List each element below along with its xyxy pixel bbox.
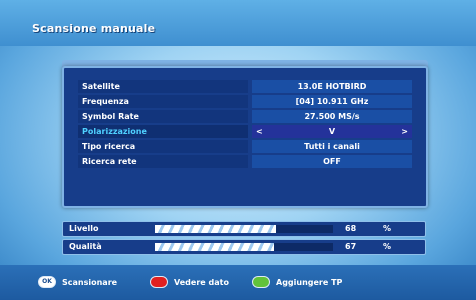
row-value: [04] 10.911 GHz [252,95,412,108]
settings-panel: Satellite 13.0E HOTBIRD Frequenza [04] 1… [62,66,428,208]
row-value-selector[interactable]: < V > [252,125,412,138]
row-value: 13.0E HOTBIRD [252,80,412,93]
page-title: Scansione manuale [32,22,156,35]
green-key[interactable]: Aggiungere TP [252,275,342,289]
red-key[interactable]: Vedere dato [150,275,229,289]
row-label: Ricerca rete [78,155,248,168]
signal-level-unit: % [383,224,392,233]
chevron-left-icon[interactable]: < [256,125,263,138]
row-value: Tutti i canali [252,140,412,153]
signal-quality-track [155,243,333,251]
row-label: Symbol Rate [78,110,248,123]
signal-quality-unit: % [383,242,392,251]
row-ricerca-rete[interactable]: Ricerca rete OFF [78,155,414,168]
row-label: Tipo ricerca [78,140,248,153]
signal-level-label: Livello [69,224,99,233]
signal-quality-fill [155,243,275,251]
row-label: Satellite [78,80,248,93]
row-label: Polarizzazione [78,125,248,138]
row-frequenza[interactable]: Frequenza [04] 10.911 GHz [78,95,414,108]
ok-button-icon: OK [38,276,56,288]
title-bar: Scansione manuale [0,0,476,46]
ok-key-label: Scansionare [62,277,118,287]
row-tipo-ricerca[interactable]: Tipo ricerca Tutti i canali [78,140,414,153]
signal-level-value: 68 [345,224,357,233]
signal-quality-label: Qualità [69,242,102,251]
red-button-icon [150,276,168,288]
footer-bar: OK Scansionare Vedere dato Aggiungere TP [0,265,476,300]
row-value: V [328,127,336,136]
row-value: OFF [252,155,412,168]
row-value: 27.500 MS/s [252,110,412,123]
ok-key[interactable]: OK Scansionare [38,275,117,289]
row-symbol-rate[interactable]: Symbol Rate 27.500 MS/s [78,110,414,123]
signal-quality-value: 67 [345,242,357,251]
row-polarizzazione[interactable]: Polarizzazione < V > [78,125,414,138]
signal-level-fill [155,225,277,233]
red-key-label: Vedere dato [174,277,229,287]
signal-quality-bar: Qualità 67 % [62,239,426,255]
chevron-right-icon[interactable]: > [401,125,408,138]
green-key-label: Aggiungere TP [276,277,343,287]
signal-level-bar: Livello 68 % [62,221,426,237]
signal-level-track [155,225,333,233]
green-button-icon [252,276,270,288]
row-satellite[interactable]: Satellite 13.0E HOTBIRD [78,80,414,93]
row-label: Frequenza [78,95,248,108]
